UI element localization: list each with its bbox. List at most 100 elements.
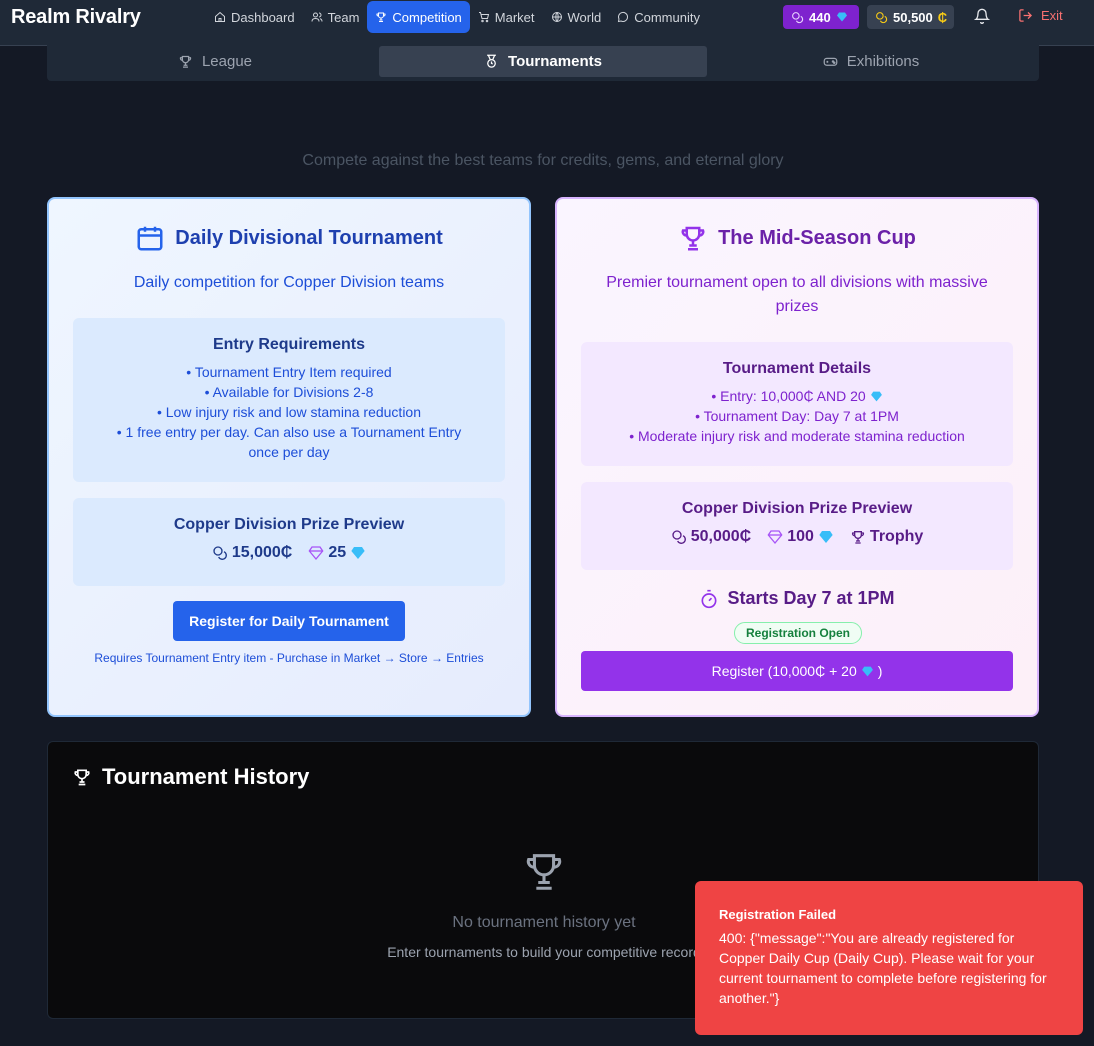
mid-prize-box: Copper Division Prize Preview 50,000₵ 10… — [581, 482, 1013, 570]
nav-label: Community — [634, 9, 700, 25]
list-item: • Low injury risk and low stamina reduct… — [156, 404, 422, 420]
nav-label: Market — [494, 9, 535, 25]
logout-icon — [1019, 9, 1033, 22]
register-suffix: ) — [877, 663, 883, 679]
globe-icon — [551, 12, 562, 22]
prize-trophy-label: Trophy — [869, 528, 924, 545]
list-item: • Moderate injury risk and moderate stam… — [629, 428, 965, 444]
requires-note: Requires Tournament Entry item - Purchas… — [94, 651, 484, 665]
prize-gems-value: 100 — [787, 528, 814, 545]
register-daily-button[interactable]: Register for Daily Tournament — [173, 601, 405, 641]
credits-count: 50,500 — [893, 9, 933, 25]
nav-item-dashboard[interactable]: Dashboard — [206, 1, 303, 33]
details-title: Tournament Details — [722, 360, 872, 377]
empty-trophy-icon — [526, 854, 562, 890]
gem-icon — [819, 531, 833, 543]
gem-icon — [861, 666, 873, 676]
trophy-icon — [179, 55, 192, 68]
diamond-outline-icon — [308, 546, 324, 561]
status-badge: Registration Open — [734, 622, 862, 644]
tab-tournaments[interactable]: Tournaments — [379, 46, 707, 77]
gem-icon — [870, 391, 882, 402]
nav-item-competition[interactable]: Competition — [367, 1, 470, 33]
timer-icon — [701, 589, 717, 608]
credits-balance[interactable]: 50,500 ₵ — [867, 5, 954, 29]
trophy-icon — [851, 531, 865, 544]
toast-title: Registration Failed — [719, 907, 837, 922]
cart-icon — [478, 12, 489, 23]
daily-card-title: Daily Divisional Tournament — [49, 223, 529, 253]
app-title[interactable]: Realm Rivalry — [11, 6, 141, 29]
daily-prize-row: 15,000₵ 25 — [73, 544, 505, 562]
mid-prize-row: 50,000₵ 100 Trophy — [581, 528, 1013, 546]
list-item: • Tournament Entry Item required — [186, 364, 392, 380]
details-list: • Entry: 10,000₵ AND 20 • Tournament Day… — [581, 386, 1013, 446]
nav-label: Team — [327, 9, 360, 25]
trophy-icon — [376, 12, 386, 22]
tab-label: Exhibitions — [846, 53, 920, 70]
requirements-title: Entry Requirements — [212, 336, 366, 353]
prize-gems: 25 — [308, 544, 366, 562]
gem-icon — [351, 547, 365, 559]
exit-label: Exit — [1041, 8, 1063, 23]
top-navbar: Realm Rivalry Dashboard Team Competition… — [0, 0, 1094, 46]
page-subtitle: Compete against the best teams for credi… — [302, 152, 784, 169]
mid-title: The Mid-Season Cup — [718, 226, 916, 249]
error-toast[interactable]: Registration Failed 400: {"message":"You… — [695, 881, 1083, 1035]
prize-credits: 50,000₵ — [671, 528, 751, 546]
home-icon — [215, 11, 225, 22]
prize-gems-value: 25 — [328, 544, 347, 561]
coins-icon — [792, 11, 804, 23]
nav-item-community[interactable]: Community — [609, 1, 708, 33]
gamepad-icon — [823, 57, 838, 66]
tab-exhibitions[interactable]: Exhibitions — [707, 46, 1035, 77]
mid-season-cup-card: The Mid-Season Cup Premier tournament op… — [555, 197, 1039, 717]
toast-message: 400: {"message":"You are already registe… — [719, 930, 1047, 1006]
trophy-icon — [681, 226, 705, 251]
nav-item-market[interactable]: Market — [470, 1, 543, 33]
list-item: • Available for Divisions 2-8 — [204, 384, 374, 400]
tournament-details-box: Tournament Details • Entry: 10,000₵ AND … — [581, 342, 1013, 466]
nav-label: Competition — [392, 9, 462, 25]
gems-balance[interactable]: 440 — [783, 5, 859, 29]
nav-item-world[interactable]: World — [543, 1, 610, 33]
daily-title: Daily Divisional Tournament — [175, 226, 443, 249]
coins-icon — [672, 530, 686, 544]
list-item: • 1 free entry per day. Can also use a T… — [116, 424, 462, 460]
daily-description: Daily competition for Copper Division te… — [133, 274, 445, 291]
requirements-list: • Tournament Entry Item required • Avail… — [73, 362, 505, 462]
daily-prize-title: Copper Division Prize Preview — [173, 516, 405, 533]
prize-credits-value: 15,000₵ — [231, 544, 293, 561]
coins-icon — [876, 11, 888, 23]
main-nav: Dashboard Team Competition Market World … — [206, 1, 708, 33]
nav-item-team[interactable]: Team — [303, 1, 368, 33]
tab-label: League — [201, 53, 253, 70]
nav-label: World — [567, 9, 602, 25]
history-title-label: Tournament History — [102, 764, 310, 789]
history-title: Tournament History — [72, 764, 309, 790]
gems-count: 440 — [809, 9, 831, 25]
trophy-icon — [74, 769, 90, 786]
list-item: • Entry: 10,000₵ AND 20 — [581, 386, 1013, 406]
users-icon — [311, 12, 323, 22]
nav-label: Dashboard — [231, 9, 295, 25]
register-label: Register (10,000₵ + 20 — [711, 663, 857, 679]
mid-description: Premier tournament open to all divisions… — [606, 274, 988, 315]
diamond-outline-icon — [767, 530, 783, 545]
medal-icon — [487, 54, 496, 68]
prize-trophy: Trophy — [850, 528, 923, 546]
coins-icon — [213, 546, 227, 560]
bell-icon[interactable] — [974, 8, 990, 24]
exit-button[interactable]: Exit — [1018, 8, 1063, 23]
prize-gems: 100 — [767, 528, 834, 546]
gem-icon — [836, 12, 847, 22]
credit-symbol-icon: ₵ — [937, 9, 948, 25]
prize-credits: 15,000₵ — [212, 544, 293, 562]
entry-requirements-box: Entry Requirements • Tournament Entry It… — [73, 318, 505, 482]
mid-card-title: The Mid-Season Cup — [557, 223, 1037, 253]
tab-league[interactable]: League — [51, 46, 379, 77]
register-mid-season-button[interactable]: Register (10,000₵ + 20 ) — [581, 651, 1013, 691]
list-item: • Tournament Day: Day 7 at 1PM — [695, 408, 899, 424]
tab-label: Tournaments — [508, 53, 602, 70]
daily-prize-box: Copper Division Prize Preview 15,000₵ 25 — [73, 498, 505, 586]
